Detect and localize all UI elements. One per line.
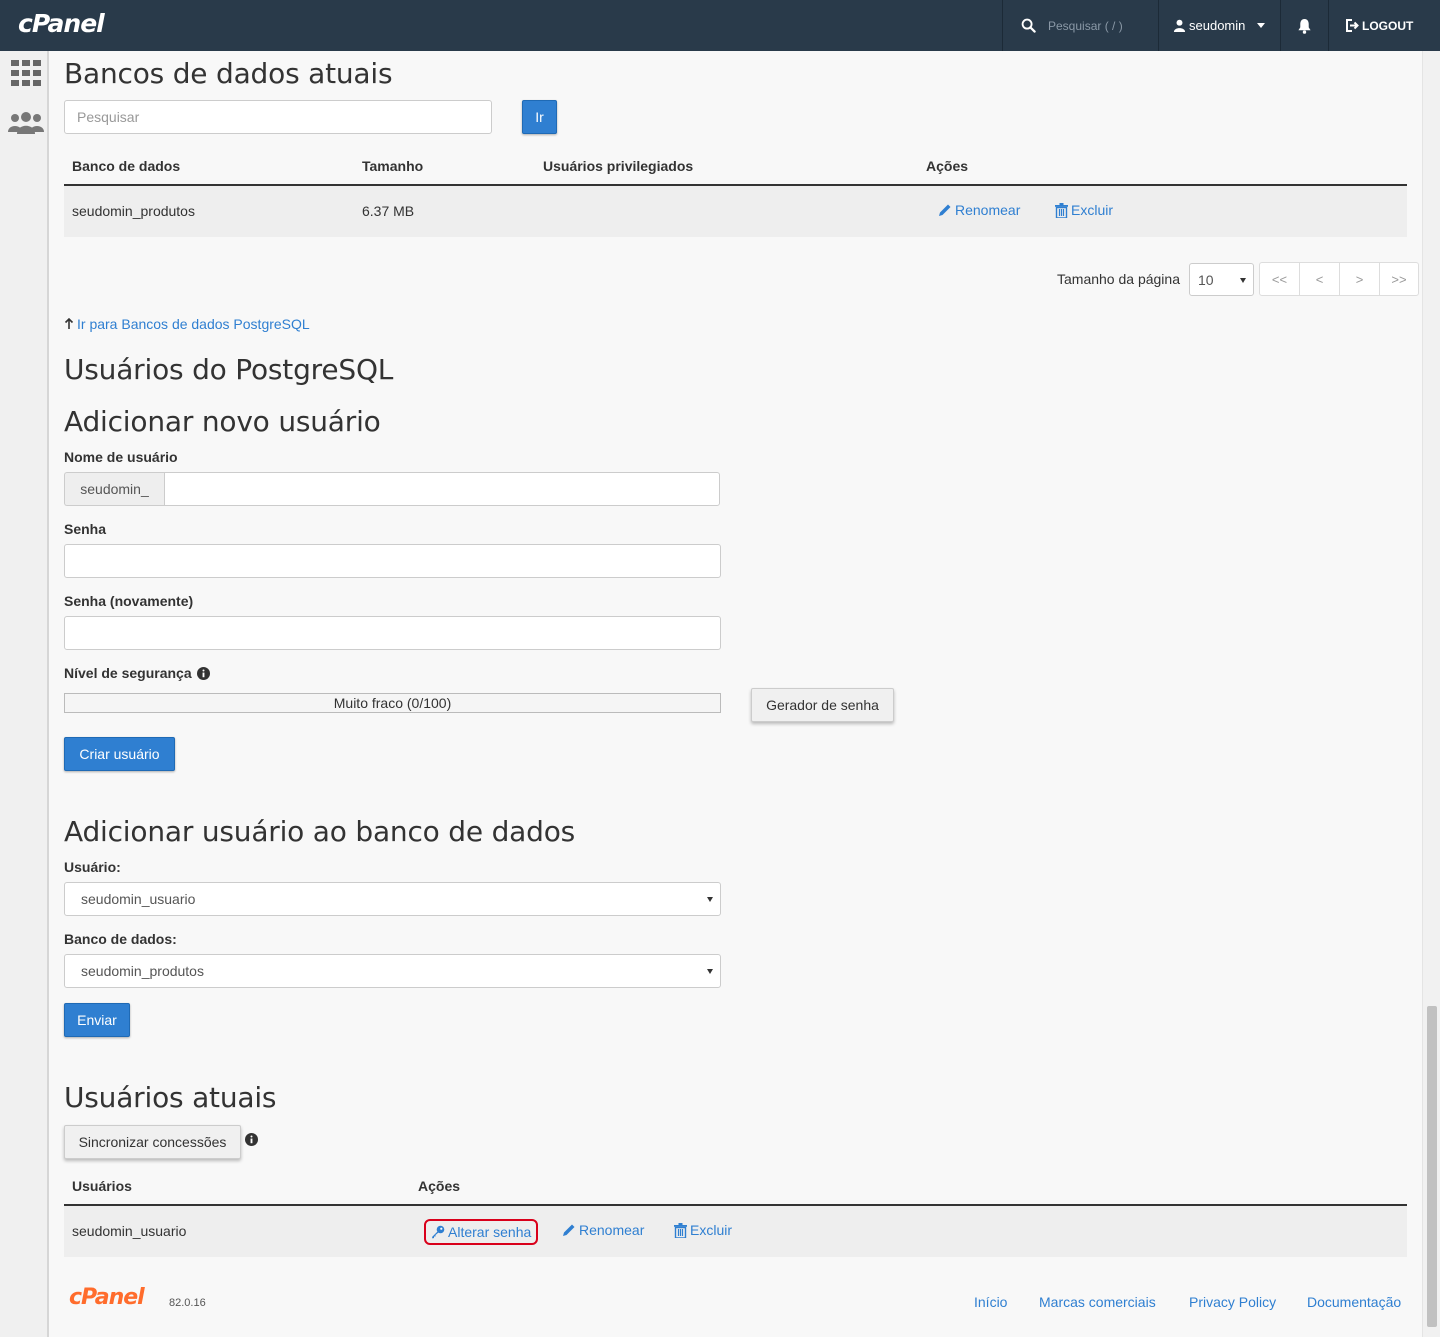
change-password-label: Alterar senha [448, 1224, 532, 1240]
arrow-up-icon [64, 318, 74, 329]
trash-icon [1055, 202, 1068, 218]
database-select-label: Banco de dados: [64, 931, 177, 947]
user-select-label: Usuário: [64, 859, 121, 875]
database-name: seudomin_produtos [72, 203, 195, 219]
username-input[interactable] [164, 472, 720, 506]
column-header-size[interactable]: Tamanho [362, 158, 423, 174]
footer-link-trademarks[interactable]: Marcas comerciais [1039, 1294, 1156, 1310]
footer-link-privacy-policy[interactable]: Privacy Policy [1189, 1294, 1276, 1310]
last-page-button[interactable]: >> [1380, 263, 1418, 295]
footer-cpanel-logo[interactable]: cPanel [69, 1285, 145, 1310]
rename-database-label: Renomear [955, 202, 1021, 218]
page-scrollbar[interactable] [1422, 51, 1440, 1337]
jump-to-postgresql-databases-link[interactable]: Ir para Bancos de dados PostgreSQL [64, 316, 310, 332]
user-menu[interactable]: seudomin [1158, 0, 1280, 51]
chevron-down-icon [707, 969, 713, 974]
key-icon [432, 1225, 445, 1239]
info-icon[interactable] [196, 666, 210, 680]
prev-page-button[interactable]: < [1300, 263, 1340, 295]
strength-label-row: Nível de segurança [64, 665, 210, 681]
user-name: seudomin_usuario [72, 1223, 187, 1239]
current-users-title: Usuários atuais [64, 1081, 277, 1114]
add-new-user-title: Adicionar novo usuário [64, 405, 381, 438]
rename-database-link[interactable]: Renomear [938, 202, 1020, 218]
top-bar: cPanel Pesquisar ( / ) seudomin LOGOUT [0, 0, 1440, 51]
database-search-go-button[interactable]: Ir [522, 100, 557, 134]
page-size-label: Tamanho da página [1057, 271, 1180, 287]
scrollbar-thumb[interactable] [1427, 1006, 1437, 1327]
pencil-icon [939, 204, 951, 216]
logout-button[interactable]: LOGOUT [1328, 0, 1440, 51]
change-password-link[interactable]: Alterar senha [424, 1219, 539, 1245]
chevron-down-icon [1240, 277, 1246, 283]
current-databases-title: Bancos de dados atuais [64, 57, 393, 90]
database-select[interactable]: seudomin_produtos [64, 954, 721, 988]
delete-user-label: Excluir [690, 1222, 733, 1238]
sidebar [0, 51, 49, 1337]
database-size: 6.37 MB [362, 203, 415, 219]
first-page-button[interactable]: << [1260, 263, 1300, 295]
create-user-button[interactable]: Criar usuário [64, 737, 175, 771]
user-select[interactable]: seudomin_usuario [64, 882, 721, 916]
database-select-value: seudomin_produtos [81, 963, 204, 979]
footer-link-documentation[interactable]: Documentação [1307, 1294, 1401, 1310]
info-icon[interactable] [245, 1133, 258, 1146]
trash-icon [674, 1222, 687, 1238]
password-label: Senha [64, 521, 107, 537]
pagination: << < > >> [1259, 262, 1419, 296]
sync-grants-button[interactable]: Sincronizar concessões [64, 1125, 241, 1159]
add-user-to-database-title: Adicionar usuário ao banco de dados [64, 815, 576, 848]
bell-icon [1298, 18, 1311, 34]
global-search-placeholder: Pesquisar ( / ) [1048, 18, 1123, 33]
table-row [64, 1206, 1407, 1257]
rename-user-label: Renomear [579, 1222, 645, 1238]
column-header-users[interactable]: Usuários [72, 1178, 132, 1194]
password-strength-meter: Muito fraco (0/100) [64, 693, 721, 713]
password-generator-button[interactable]: Gerador de senha [751, 688, 894, 722]
pencil-icon [563, 1224, 575, 1236]
username-prefix: seudomin_ [64, 472, 164, 506]
column-header-database[interactable]: Banco de dados [72, 158, 180, 174]
password-again-label: Senha (novamente) [64, 593, 194, 609]
footer-link-home[interactable]: Início [974, 1294, 1007, 1310]
postgresql-users-title: Usuários do PostgreSQL [64, 353, 394, 386]
column-header-privileged-users: Usuários privilegiados [543, 158, 694, 174]
next-page-button[interactable]: > [1340, 263, 1380, 295]
database-search-input[interactable]: Pesquisar [64, 100, 492, 134]
password-again-input[interactable] [64, 616, 721, 650]
chevron-down-icon [1257, 23, 1266, 28]
delete-user-link[interactable]: Excluir [674, 1222, 732, 1238]
username: seudomin [1189, 18, 1246, 33]
password-input[interactable] [64, 544, 721, 578]
column-header-actions: Ações [926, 158, 969, 174]
submit-button[interactable]: Enviar [64, 1003, 130, 1037]
cpanel-logo[interactable]: cPanel [18, 9, 105, 38]
jump-link-label: Ir para Bancos de dados PostgreSQL [77, 316, 310, 332]
username-input-group: seudomin_ [64, 472, 720, 506]
footer-version: 82.0.16 [169, 1297, 206, 1309]
table-row [64, 186, 1407, 237]
user-icon [1173, 19, 1186, 32]
page-size-value: 10 [1198, 271, 1214, 288]
user-select-value: seudomin_usuario [81, 891, 196, 907]
apps-grid-icon[interactable] [10, 57, 42, 89]
database-search-placeholder: Pesquisar [77, 109, 140, 125]
notifications-button[interactable] [1280, 0, 1328, 51]
column-header-user-actions: Ações [418, 1178, 461, 1194]
logout-icon [1346, 19, 1359, 32]
logout-label: LOGOUT [1362, 18, 1414, 33]
rename-user-link[interactable]: Renomear [562, 1222, 644, 1238]
username-label: Nome de usuário [64, 449, 178, 465]
search-icon [1021, 18, 1036, 33]
strength-label: Nível de segurança [64, 665, 192, 681]
users-group-icon[interactable] [8, 107, 44, 139]
chevron-down-icon [707, 897, 713, 902]
global-search[interactable]: Pesquisar ( / ) [1002, 0, 1158, 51]
delete-database-label: Excluir [1071, 202, 1114, 218]
delete-database-link[interactable]: Excluir [1055, 202, 1113, 218]
page-size-select[interactable]: 10 [1189, 263, 1254, 296]
password-strength-text: Muito fraco (0/100) [333, 695, 452, 711]
